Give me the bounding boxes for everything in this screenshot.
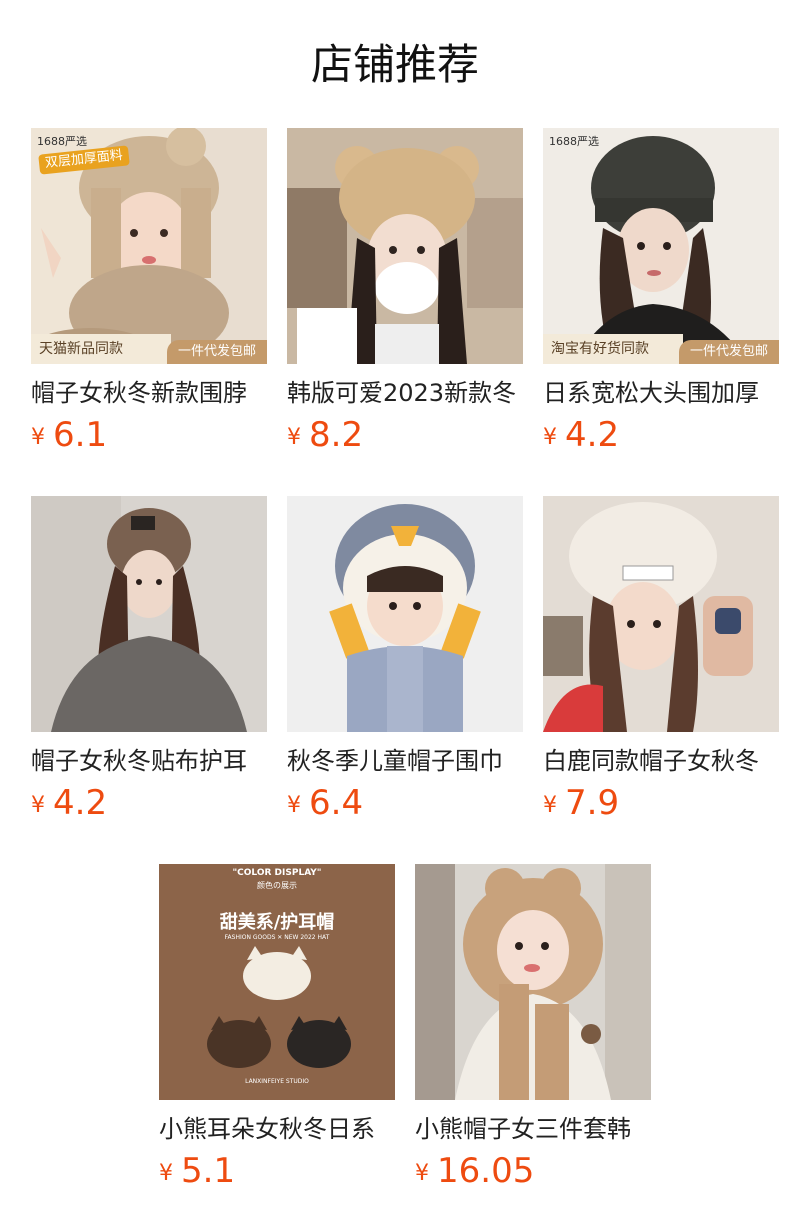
product-image[interactable]: "COLOR DISPLAY" 颜色の展示 甜美系/护耳帽 FASHION GO…: [159, 864, 395, 1100]
poster-brand: LANXINFEIYE STUDIO: [245, 1078, 309, 1085]
product-card[interactable]: 1688严选 淘宝有好货同款 一件代发包邮 日系宽松大头围加厚 ¥4.2: [543, 128, 779, 457]
product-card[interactable]: 帽子女秋冬贴布护耳 ¥4.2: [31, 496, 267, 825]
currency-symbol: ¥: [31, 792, 45, 818]
product-price: ¥4.2: [543, 413, 779, 457]
price-amount: 4.2: [565, 415, 620, 455]
price-amount: 6.4: [309, 783, 364, 823]
product-image[interactable]: [287, 128, 523, 364]
product-price: ¥16.05: [415, 1149, 651, 1193]
product-card[interactable]: 1688严选 双层加厚面料 天猫新品同款 一件代发包邮 帽子女秋冬新款围脖 ¥6…: [31, 128, 267, 457]
tag-right: 一件代发包邮: [167, 340, 267, 364]
product-name[interactable]: 白鹿同款帽子女秋冬: [543, 745, 779, 777]
product-image[interactable]: 1688严选 双层加厚面料 天猫新品同款 一件代发包邮: [31, 128, 267, 364]
tag-right: 一件代发包邮: [679, 340, 779, 364]
currency-symbol: ¥: [159, 1160, 173, 1186]
price-amount: 7.9: [565, 783, 620, 823]
product-photo-child-penguin-hat-scarf: [287, 496, 523, 732]
product-image[interactable]: 1688严选 淘宝有好货同款 一件代发包邮: [543, 128, 779, 364]
product-name[interactable]: 日系宽松大头围加厚: [543, 377, 779, 409]
tag-left: 天猫新品同款: [31, 334, 171, 364]
poster-title: 甜美系/护耳帽: [219, 912, 335, 933]
price-amount: 5.1: [181, 1151, 236, 1191]
poster-sub: 颜色の展示: [257, 881, 297, 890]
product-card[interactable]: 秋冬季儿童帽子围巾 ¥6.4: [287, 496, 523, 825]
product-image[interactable]: [287, 496, 523, 732]
product-card[interactable]: 韩版可爱2023新款冬 ¥8.2: [287, 128, 523, 457]
product-name[interactable]: 秋冬季儿童帽子围巾: [287, 745, 523, 777]
product-name[interactable]: 小熊耳朵女秋冬日系: [159, 1113, 395, 1145]
product-image[interactable]: [543, 496, 779, 732]
currency-symbol: ¥: [415, 1160, 429, 1186]
poster-tagline: FASHION GOODS ✕ NEW 2022 HAT: [224, 934, 330, 941]
price-amount: 8.2: [309, 415, 364, 455]
product-badge: 1688严选: [37, 135, 87, 148]
product-name[interactable]: 韩版可爱2023新款冬: [287, 377, 523, 409]
product-photo-bear-ear-hats-poster: [159, 864, 395, 1100]
poster-header: "COLOR DISPLAY": [232, 868, 322, 878]
currency-symbol: ¥: [543, 792, 557, 818]
currency-symbol: ¥: [287, 792, 301, 818]
product-photo-woman-bear-ear-hat-mask: [287, 128, 523, 364]
product-badge: 1688严选: [549, 135, 599, 148]
product-price: ¥5.1: [159, 1149, 395, 1193]
currency-symbol: ¥: [31, 424, 45, 450]
product-name[interactable]: 帽子女秋冬新款围脖: [31, 377, 267, 409]
tag-left: 淘宝有好货同款: [543, 334, 683, 364]
page-title: 店铺推荐: [310, 40, 479, 89]
price-amount: 4.2: [53, 783, 108, 823]
product-price: ¥6.1: [31, 413, 267, 457]
product-name[interactable]: 小熊帽子女三件套韩: [415, 1113, 651, 1145]
product-tags: 淘宝有好货同款 一件代发包邮: [543, 334, 779, 364]
product-card[interactable]: 白鹿同款帽子女秋冬 ¥7.9: [543, 496, 779, 825]
product-card[interactable]: 小熊帽子女三件套韩 ¥16.05: [415, 864, 651, 1193]
price-amount: 6.1: [53, 415, 108, 455]
product-image[interactable]: [415, 864, 651, 1100]
currency-symbol: ¥: [543, 424, 557, 450]
product-card[interactable]: "COLOR DISPLAY" 颜色の展示 甜美系/护耳帽 FASHION GO…: [159, 864, 395, 1193]
product-photo-woman-brown-knit-beanie: [31, 496, 267, 732]
product-photo-woman-dark-knit-beanie: [543, 128, 779, 364]
product-tags: 天猫新品同款 一件代发包邮: [31, 334, 267, 364]
product-photo-woman-bear-hood-scarf: [415, 864, 651, 1100]
product-price: ¥8.2: [287, 413, 523, 457]
product-price: ¥4.2: [31, 781, 267, 825]
product-name[interactable]: 帽子女秋冬贴布护耳: [31, 745, 267, 777]
product-photo-woman-white-fluffy-hat: [543, 496, 779, 732]
price-amount: 16.05: [437, 1151, 535, 1191]
product-image[interactable]: [31, 496, 267, 732]
product-price: ¥7.9: [543, 781, 779, 825]
currency-symbol: ¥: [287, 424, 301, 450]
product-price: ¥6.4: [287, 781, 523, 825]
